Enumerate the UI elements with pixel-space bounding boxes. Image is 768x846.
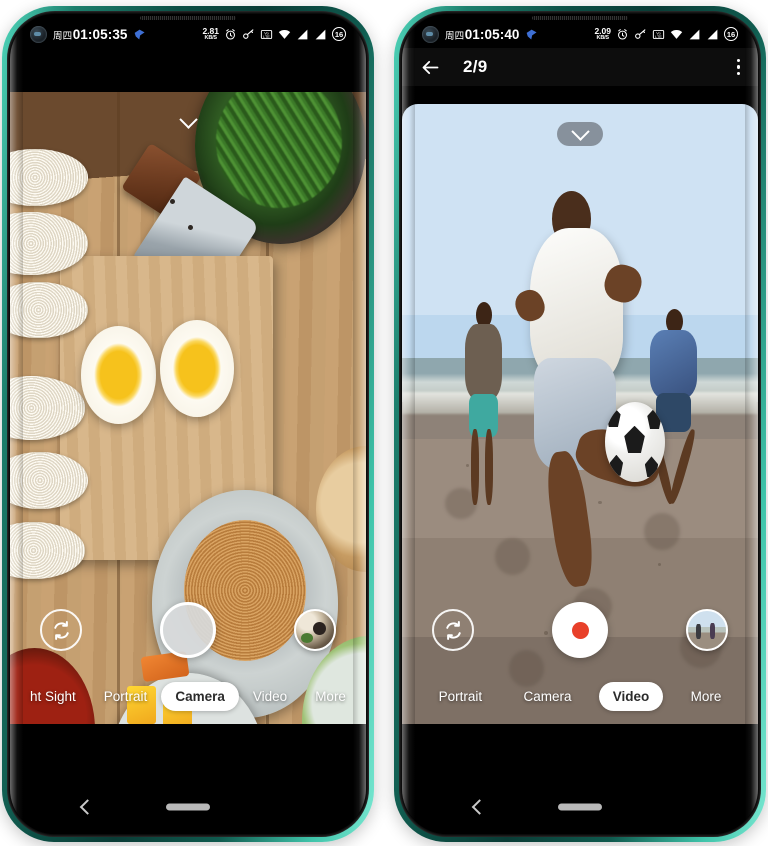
camera-viewfinder-right[interactable]: Portrait Camera Video More	[402, 104, 758, 724]
chevron-down-icon	[570, 121, 590, 141]
status-bar-right-group: 2.09 KB/S Vo LTE 16	[594, 27, 738, 41]
camera-flip-icon	[53, 620, 69, 640]
viewfinder-dropdown-right[interactable]	[557, 121, 603, 146]
nav-back-icon[interactable]	[79, 799, 96, 815]
camera-controls-left	[10, 598, 366, 662]
player-left	[459, 302, 509, 505]
camera-flip-button[interactable]	[432, 609, 474, 651]
camera-flip-icon	[445, 620, 461, 640]
chevron-down-icon	[178, 109, 198, 129]
status-weekday: 周四	[53, 30, 73, 42]
battery-indicator: 16	[332, 27, 346, 41]
status-weekday: 周四	[445, 30, 465, 42]
vpn-key-icon	[635, 28, 646, 39]
network-speed-indicator: 2.81 KB/S	[202, 27, 219, 41]
status-time: 01:05:40	[464, 26, 520, 42]
camera-mode-bar-left: ht Sight Portrait Camera Video More	[10, 668, 366, 724]
punch-hole-camera-icon	[30, 25, 47, 43]
alarm-icon	[618, 28, 627, 40]
mode-video[interactable]: Video	[598, 681, 664, 711]
status-time: 01:05:35	[72, 26, 128, 42]
phone-left: 周四01:05:35 2.81 KB/S Vo LTE 16 ht Sight …	[2, 6, 374, 842]
volte-icon: VoLTE	[260, 29, 273, 39]
vpn-key-icon	[243, 28, 254, 39]
mode-more[interactable]: More	[677, 682, 736, 711]
nav-home-pill-icon[interactable]	[166, 803, 210, 811]
phone-right-screen: 周四01:05:40 2.09 KB/S Vo LTE 16 2/9 Portr…	[402, 14, 758, 834]
punch-hole-camera-icon	[422, 25, 439, 43]
mode-camera[interactable]: Camera	[509, 682, 585, 711]
battery-indicator: 16	[724, 27, 738, 41]
status-bar-left-group: 周四01:05:40	[422, 25, 537, 43]
earpiece-speaker-icon	[140, 16, 236, 20]
phone-left-bezel: 周四01:05:35 2.81 KB/S Vo LTE 16 ht Sight …	[7, 11, 369, 837]
mode-camera[interactable]: Camera	[161, 681, 239, 711]
wifi-icon	[278, 29, 291, 39]
mode-more[interactable]: More	[301, 682, 360, 711]
overflow-menu-icon[interactable]	[736, 58, 740, 76]
last-photo-thumbnail[interactable]	[686, 609, 728, 651]
network-speed-unit: KB/S	[596, 34, 610, 41]
nav-back-icon[interactable]	[471, 799, 488, 815]
record-button[interactable]	[552, 602, 608, 658]
screenshot-stage: 周四01:05:35 2.81 KB/S Vo LTE 16 ht Sight …	[0, 0, 768, 846]
mode-night-sight[interactable]: ht Sight	[16, 682, 90, 711]
back-arrow-icon[interactable]	[420, 57, 441, 78]
app-notification-icon	[526, 29, 537, 40]
nav-home-pill-icon[interactable]	[558, 803, 602, 811]
mode-video[interactable]: Video	[239, 682, 301, 711]
record-dot-icon	[571, 621, 589, 639]
app-notification-icon	[134, 29, 145, 40]
camera-viewfinder-left[interactable]: ht Sight Portrait Camera Video More	[10, 92, 366, 724]
status-bar-right-group: 2.81 KB/S Vo LTE 16	[202, 27, 346, 41]
volte-icon: VoLTE	[652, 29, 665, 39]
shutter-button[interactable]	[160, 602, 216, 658]
camera-controls-right	[402, 598, 758, 662]
camera-mode-bar-right: Portrait Camera Video More	[402, 668, 758, 724]
signal-sim2-icon	[315, 29, 326, 39]
football-icon	[604, 401, 666, 483]
system-navigation-bar-right	[402, 780, 758, 834]
alarm-icon	[226, 28, 235, 40]
svg-text:LTE: LTE	[655, 34, 662, 38]
earpiece-speaker-icon	[532, 16, 628, 20]
wifi-icon	[670, 29, 683, 39]
phone-right-bezel: 周四01:05:40 2.09 KB/S Vo LTE 16 2/9 Portr…	[399, 11, 761, 837]
signal-sim1-icon	[297, 29, 308, 39]
status-clock: 周四01:05:40	[445, 27, 520, 42]
last-photo-thumbnail[interactable]	[294, 609, 336, 651]
camera-flip-button[interactable]	[40, 609, 82, 651]
phone-left-screen: 周四01:05:35 2.81 KB/S Vo LTE 16 ht Sight …	[10, 14, 366, 834]
network-speed-indicator: 2.09 KB/S	[594, 27, 611, 41]
phone-right: 周四01:05:40 2.09 KB/S Vo LTE 16 2/9 Portr…	[394, 6, 766, 842]
viewfinder-dropdown-left[interactable]	[165, 109, 211, 134]
status-clock: 周四01:05:35	[53, 27, 128, 42]
status-bar-left-group: 周四01:05:35	[30, 25, 145, 43]
mode-portrait[interactable]: Portrait	[90, 682, 162, 711]
gallery-header: 2/9	[402, 48, 758, 86]
signal-sim1-icon	[689, 29, 700, 39]
signal-sim2-icon	[707, 29, 718, 39]
gallery-counter-title: 2/9	[463, 57, 488, 76]
network-speed-unit: KB/S	[204, 34, 218, 41]
svg-text:LTE: LTE	[263, 34, 270, 38]
mode-portrait[interactable]: Portrait	[425, 682, 497, 711]
system-navigation-bar-left	[10, 780, 366, 834]
